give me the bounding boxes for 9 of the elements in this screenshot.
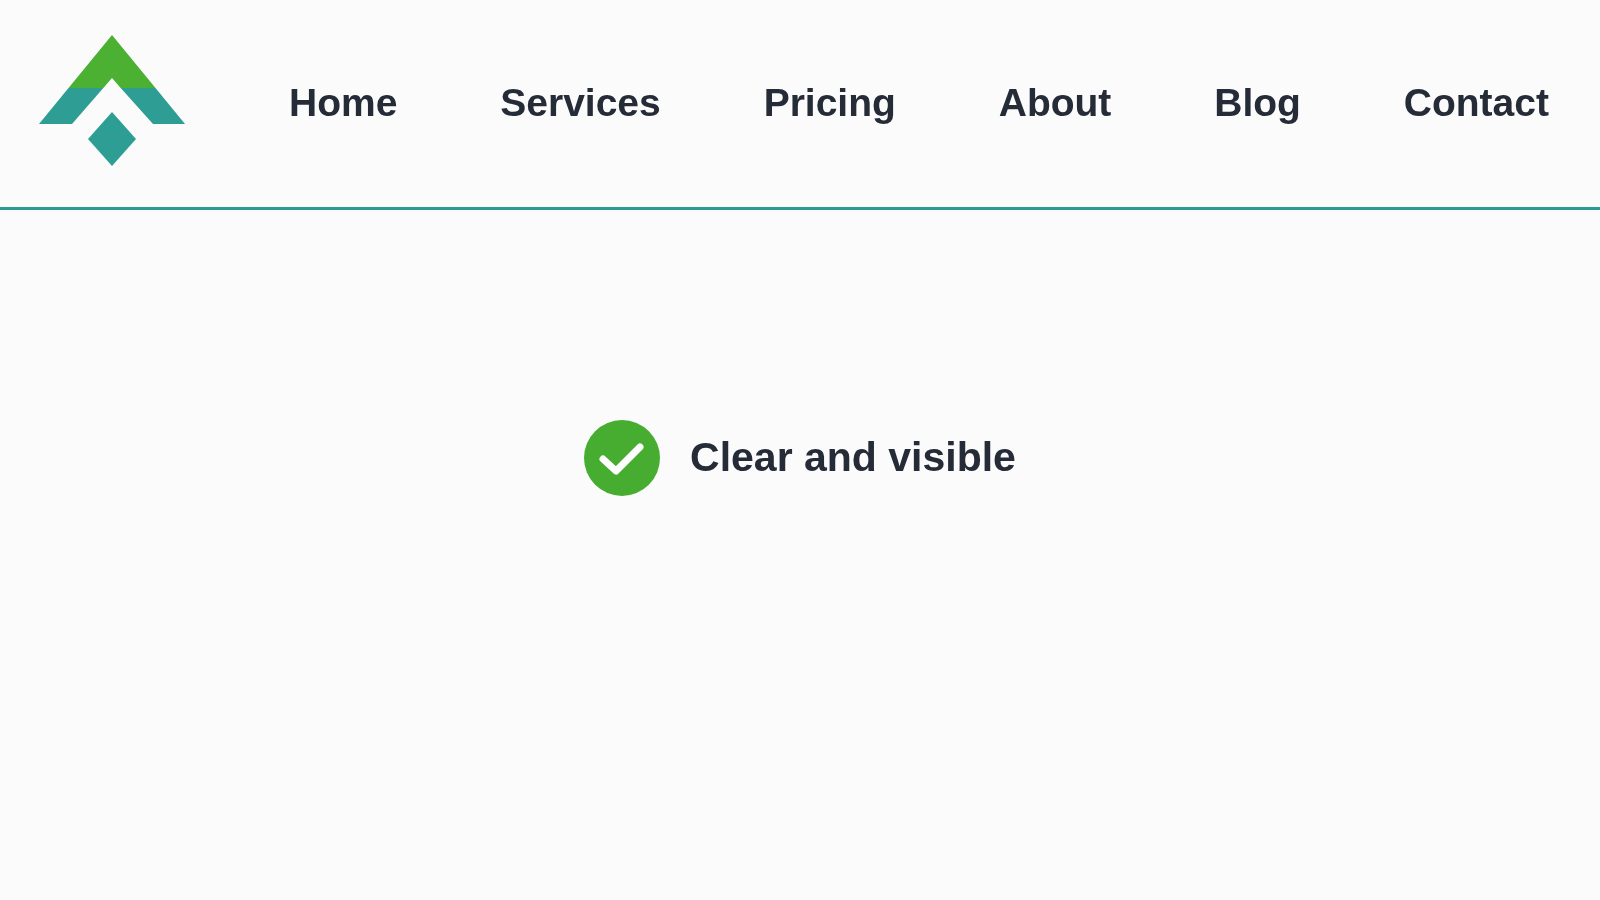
nav-link[interactable]: Pricing [763, 80, 896, 127]
nav-link[interactable]: Services [500, 80, 661, 127]
nav-link[interactable]: About [998, 80, 1112, 127]
nav-link[interactable]: Contact [1403, 80, 1549, 127]
status-text: Clear and visible [690, 433, 1016, 483]
logo-icon[interactable] [39, 35, 185, 166]
nav-link[interactable]: Blog [1214, 80, 1301, 127]
nav-link[interactable]: Home [289, 80, 398, 127]
check-circle-icon [584, 420, 661, 496]
